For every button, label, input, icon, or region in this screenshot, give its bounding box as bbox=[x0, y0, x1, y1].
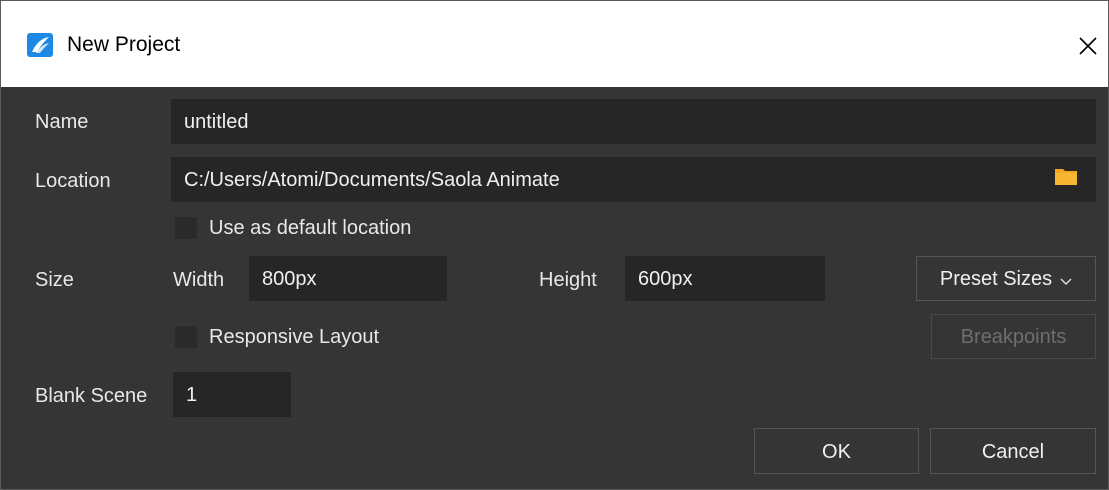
cancel-button[interactable]: Cancel bbox=[930, 428, 1096, 474]
preset-sizes-dropdown[interactable]: Preset Sizes bbox=[916, 256, 1096, 301]
ok-button[interactable]: OK bbox=[754, 428, 919, 474]
new-project-dialog: New Project Name untitled Location C:/Us… bbox=[0, 0, 1109, 490]
breakpoints-button[interactable]: Breakpoints bbox=[931, 314, 1096, 359]
saola-animate-logo-icon bbox=[27, 33, 53, 57]
height-input[interactable]: 600px bbox=[625, 256, 825, 301]
size-label: Size bbox=[35, 269, 74, 291]
responsive-layout-checkbox[interactable] bbox=[175, 326, 197, 348]
title-bar: New Project bbox=[1, 1, 1108, 87]
default-location-label: Use as default location bbox=[209, 217, 412, 239]
preset-sizes-label: Preset Sizes bbox=[939, 268, 1053, 290]
name-label: Name bbox=[35, 111, 89, 133]
width-input[interactable]: 800px bbox=[249, 256, 447, 301]
close-button[interactable] bbox=[1063, 21, 1109, 67]
blank-scene-label: Blank Scene bbox=[35, 385, 148, 407]
width-label: Width bbox=[173, 269, 225, 291]
close-icon bbox=[1079, 37, 1097, 55]
responsive-layout-label: Responsive Layout bbox=[209, 326, 380, 348]
dialog-body: Name untitled Location C:/Users/Atomi/Do… bbox=[1, 87, 1108, 489]
default-location-checkbox[interactable] bbox=[175, 217, 197, 239]
name-input[interactable]: untitled bbox=[171, 99, 1096, 144]
dialog-title: New Project bbox=[67, 33, 181, 56]
location-label: Location bbox=[35, 170, 111, 192]
chevron-down-icon bbox=[1060, 268, 1072, 292]
location-input[interactable]: C:/Users/Atomi/Documents/Saola Animate bbox=[171, 157, 1096, 202]
height-label: Height bbox=[539, 269, 597, 291]
blank-scene-input[interactable]: 1 bbox=[173, 372, 291, 417]
folder-icon[interactable] bbox=[1055, 167, 1077, 185]
